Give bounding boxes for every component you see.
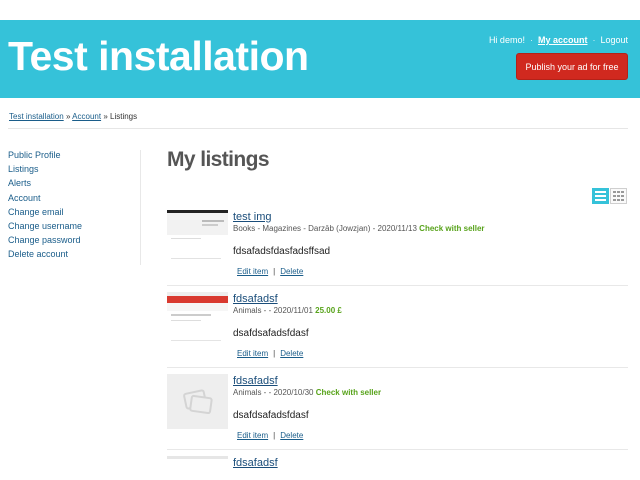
listing-category-date: Animals - - 2020/10/30 <box>233 388 314 397</box>
listing-actions: Edit item | Delete <box>237 267 303 276</box>
listing-thumbnail[interactable] <box>167 210 228 265</box>
delete-item-link[interactable]: Delete <box>280 349 303 358</box>
site-title[interactable]: Test installation <box>8 33 309 80</box>
listing-meta: Animals - - 2020/11/01 25.00 £ <box>233 306 342 315</box>
listing-item: test img Books - Magazines - Darzāb (Jow… <box>167 210 628 292</box>
screenshot-thumbnail-icon <box>167 292 228 347</box>
delete-item-link[interactable]: Delete <box>280 431 303 440</box>
listing-price: Check with seller <box>419 224 485 233</box>
logout-link[interactable]: Logout <box>600 35 628 45</box>
user-nav: Hi demo! · My account · Logout <box>489 35 628 45</box>
breadcrumb-current: Listings <box>110 112 138 121</box>
listing-meta: Animals - - 2020/10/30 Check with seller <box>233 388 381 397</box>
page-title: My listings <box>167 148 270 171</box>
sidebar-item-listings[interactable]: Listings <box>8 162 140 176</box>
listing-item: fdsafadsf Animals - - 2020/10/30 Check w… <box>167 374 628 456</box>
sidebar-item-public-profile[interactable]: Public Profile <box>8 148 140 162</box>
listing-thumbnail[interactable] <box>167 374 228 429</box>
listing-description: dsafdsafadsfdasf <box>233 328 309 339</box>
publish-ad-button[interactable]: Publish your ad for free <box>516 53 628 80</box>
listing-thumbnail[interactable] <box>167 292 228 347</box>
listing-item: fdsafadsf Animals - - 2020/11/01 25.00 £… <box>167 292 628 374</box>
listing-divider <box>167 285 628 286</box>
greeting: Hi demo! <box>488 35 525 45</box>
listing-title-link[interactable]: fdsafadsf <box>233 457 278 469</box>
my-account-link[interactable]: My account <box>538 35 588 45</box>
sidebar-item-account[interactable]: Account <box>8 191 140 205</box>
account-sidebar: Public Profile Listings Alerts Account C… <box>8 148 140 262</box>
listing-thumbnail[interactable] <box>167 456 228 480</box>
listing-price: Check with seller <box>315 388 382 397</box>
nav-separator: · <box>529 35 533 45</box>
screenshot-thumbnail-icon <box>167 456 228 480</box>
listing-price: 25.00 £ <box>315 306 342 315</box>
listing-title-link[interactable]: test img <box>233 211 272 223</box>
listing-item: fdsafadsf <box>167 456 628 480</box>
sidebar-item-alerts[interactable]: Alerts <box>8 176 140 190</box>
breadcrumb-home[interactable]: Test installation <box>9 112 64 121</box>
delete-item-link[interactable]: Delete <box>280 267 303 276</box>
screenshot-thumbnail-icon <box>167 210 228 265</box>
grid-view-icon <box>613 191 624 201</box>
site-header: Test installation Hi demo! · My account … <box>0 20 640 98</box>
list-view-button[interactable] <box>592 188 609 204</box>
listing-divider <box>167 367 628 368</box>
listing-meta: Books - Magazines - Darzāb (Jowzjan) - 2… <box>233 224 485 233</box>
action-separator: | <box>273 267 276 276</box>
listing-description: fdsafadsfdasfadsffsad <box>233 246 331 257</box>
grid-view-button[interactable] <box>610 188 627 204</box>
list-view-icon <box>595 191 606 201</box>
edit-item-link[interactable]: Edit item <box>237 349 268 358</box>
listing-description: dsafdsafadsfdasf <box>233 410 309 421</box>
sidebar-item-delete-account[interactable]: Delete account <box>8 247 140 261</box>
breadcrumb-account[interactable]: Account <box>72 112 101 121</box>
breadcrumb-divider <box>8 128 628 129</box>
sidebar-item-change-username[interactable]: Change username <box>8 219 140 233</box>
sidebar-divider <box>140 150 141 265</box>
sidebar-item-change-password[interactable]: Change password <box>8 233 140 247</box>
listing-title-link[interactable]: fdsafadsf <box>233 293 278 305</box>
breadcrumb: Test installation » Account » Listings <box>9 112 137 121</box>
breadcrumb-separator: » <box>103 112 108 121</box>
action-separator: | <box>273 431 276 440</box>
nav-separator: · <box>592 35 596 45</box>
edit-item-link[interactable]: Edit item <box>237 267 268 276</box>
listing-divider <box>167 449 628 450</box>
listing-category-date: Animals - - 2020/11/01 <box>233 306 313 315</box>
listing-actions: Edit item | Delete <box>237 431 303 440</box>
sidebar-item-change-email[interactable]: Change email <box>8 205 140 219</box>
action-separator: | <box>273 349 276 358</box>
listing-title-link[interactable]: fdsafadsf <box>233 375 278 387</box>
listing-actions: Edit item | Delete <box>237 349 303 358</box>
placeholder-image-icon <box>167 374 228 429</box>
edit-item-link[interactable]: Edit item <box>237 431 268 440</box>
view-toggle <box>592 188 627 204</box>
listing-category-date: Books - Magazines - Darzāb (Jowzjan) - 2… <box>233 224 417 233</box>
